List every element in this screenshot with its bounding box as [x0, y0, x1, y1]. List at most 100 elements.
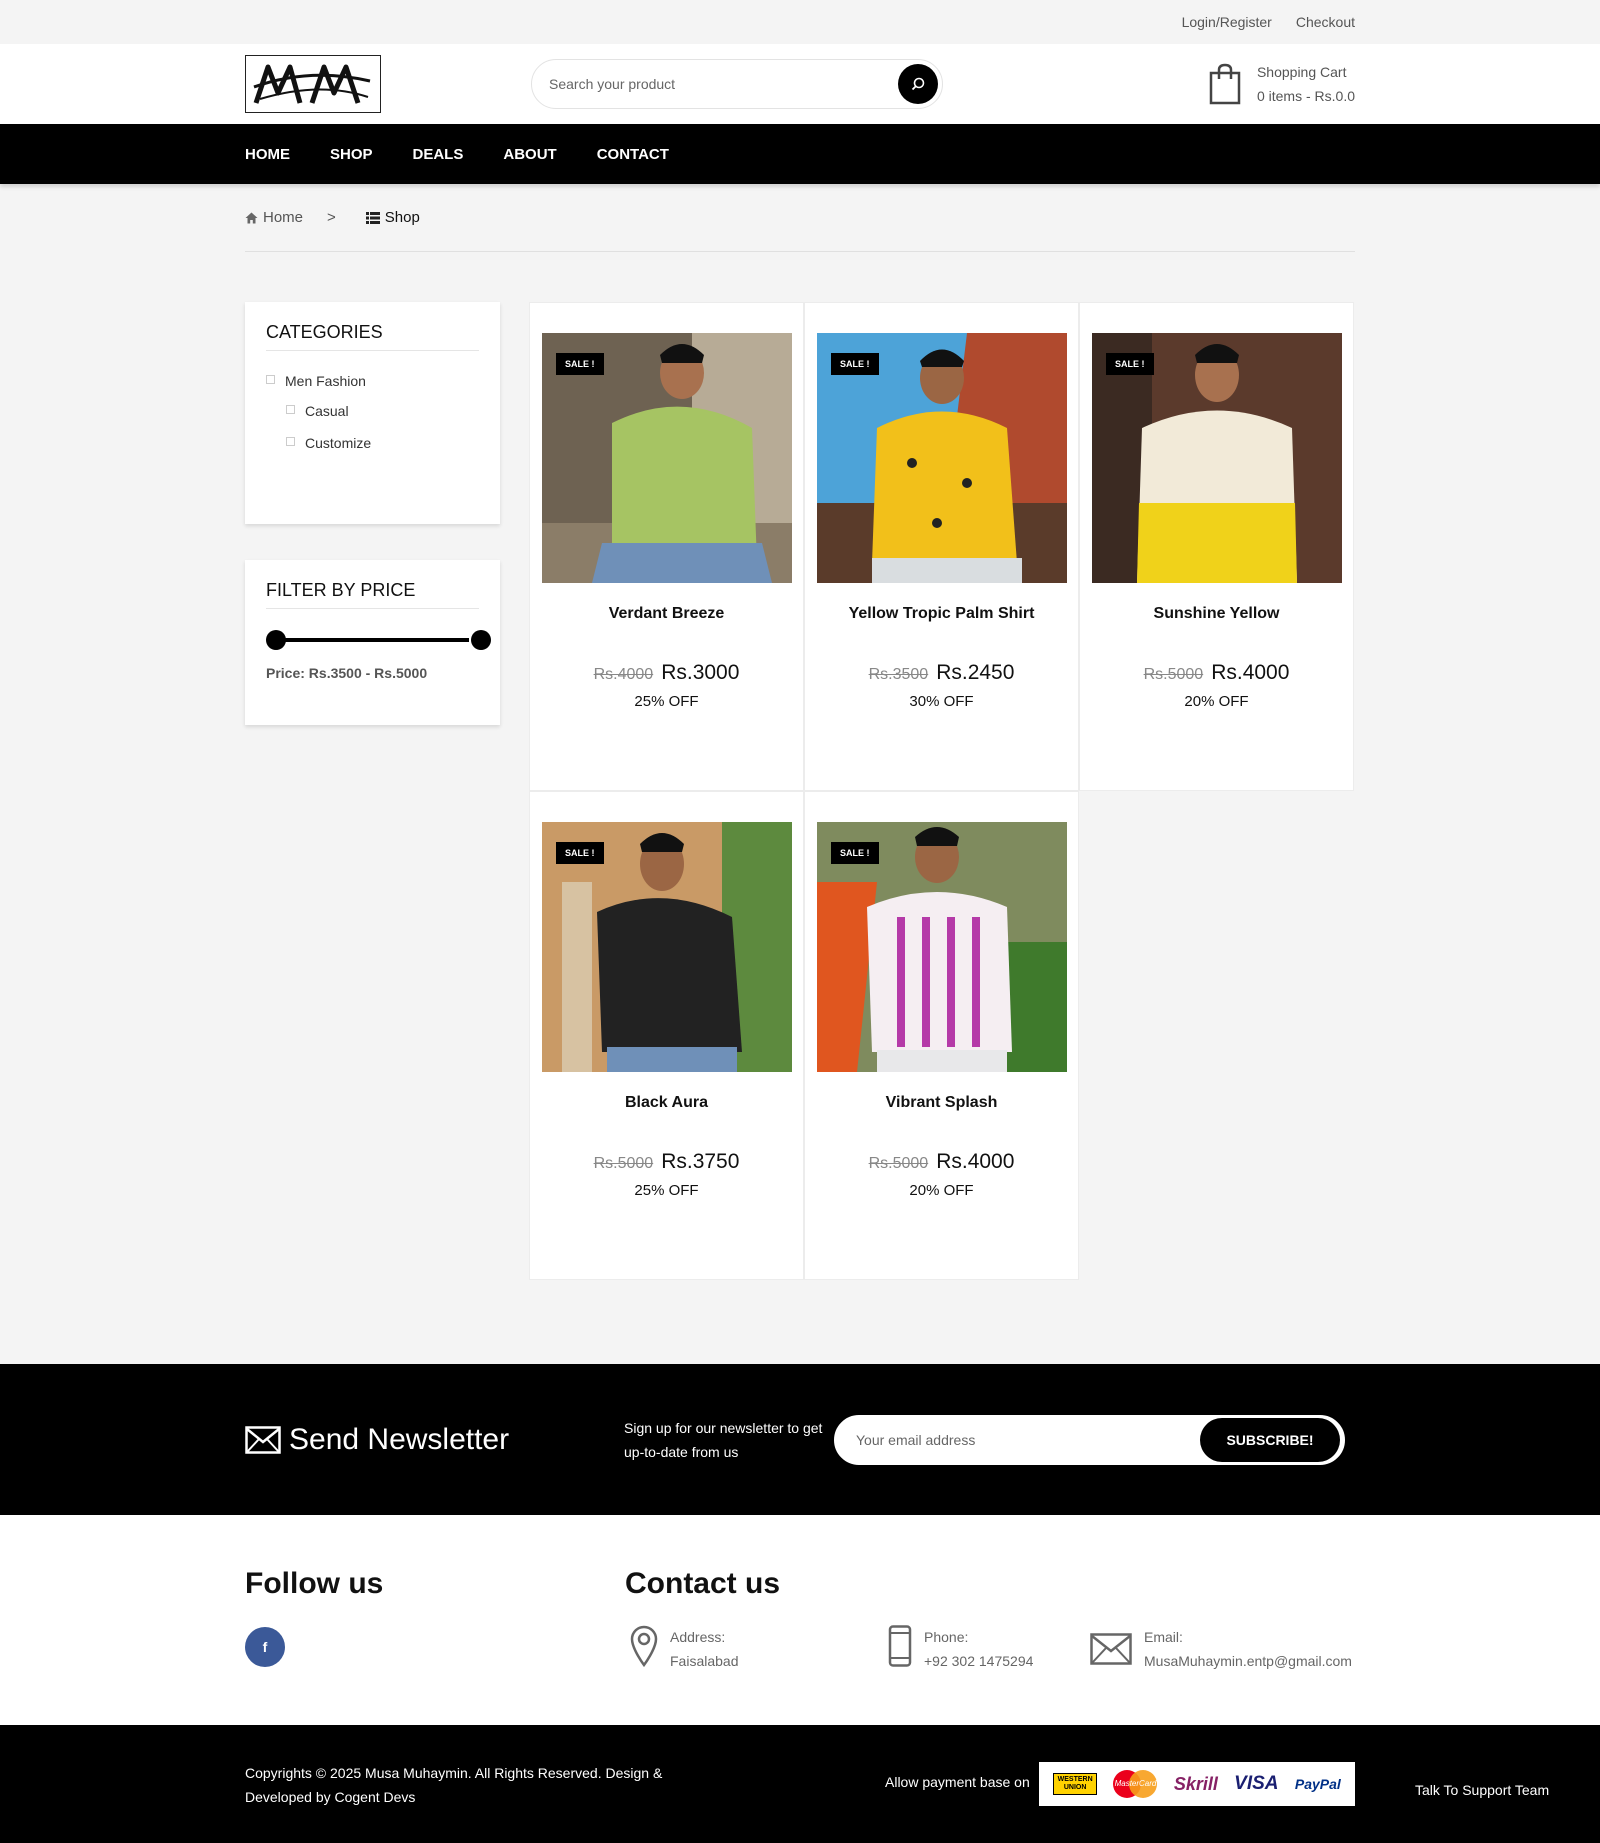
- category-men-fashion[interactable]: Men Fashion: [266, 373, 479, 389]
- category-checkbox[interactable]: [286, 436, 295, 446]
- price-filter-widget: FILTER BY PRICE Price: Rs.3500 - Rs.5000: [245, 560, 500, 725]
- price-slider-max-handle[interactable]: [471, 630, 491, 650]
- subscribe-button[interactable]: SUBSCRIBE!: [1200, 1417, 1340, 1462]
- category-label: Customize: [305, 435, 372, 451]
- product-discount: 20% OFF: [1184, 693, 1249, 710]
- envelope-icon: [245, 1425, 281, 1454]
- product-prices: Rs.5000 Rs.4000: [805, 1150, 1078, 1174]
- sale-badge: SALE !: [831, 353, 879, 375]
- product-price: Rs.2450: [936, 661, 1015, 684]
- product-image[interactable]: SALE !: [1092, 333, 1342, 583]
- newsletter-section: Send Newsletter Sign up for our newslett…: [0, 1364, 1600, 1515]
- product-old-price: Rs.5000: [1143, 666, 1204, 683]
- product-old-price: Rs.4000: [593, 666, 654, 683]
- product-prices: Rs.3500 Rs.2450: [805, 661, 1078, 685]
- product-discount: 30% OFF: [909, 693, 974, 710]
- product-price: Rs.4000: [936, 1150, 1015, 1173]
- product-old-price: Rs.3500: [868, 666, 929, 683]
- product-image[interactable]: SALE !: [817, 822, 1067, 1072]
- nav-deals[interactable]: DEALS: [413, 146, 464, 163]
- cart-title: Shopping Cart: [1256, 64, 1347, 80]
- nav-shop[interactable]: SHOP: [330, 146, 373, 163]
- phone-icon: [888, 1625, 912, 1667]
- login-register-link[interactable]: Login/Register: [1182, 14, 1272, 30]
- address-label: Address:: [670, 1629, 726, 1645]
- sale-badge: SALE !: [831, 842, 879, 864]
- product-name[interactable]: Yellow Tropic Palm Shirt: [805, 605, 1078, 623]
- product-image[interactable]: SALE !: [542, 333, 792, 583]
- price-slider-min-handle[interactable]: [266, 630, 286, 650]
- main-navigation: HOME SHOP DEALS ABOUT CONTACT: [0, 124, 1600, 184]
- contact-email: Email: MusaMuhaymin.entp@gmail.com: [1090, 1625, 1352, 1673]
- product-name[interactable]: Vibrant Splash: [805, 1094, 1078, 1112]
- product-price: Rs.3750: [661, 1150, 740, 1173]
- breadcrumb-home[interactable]: Home: [245, 209, 303, 226]
- shopping-bag-icon: [1209, 63, 1241, 105]
- breadcrumb-current: Shop: [365, 209, 420, 226]
- contact-address: Address: Faisalabad: [630, 1625, 739, 1673]
- checkout-link[interactable]: Checkout: [1296, 14, 1355, 30]
- category-customize[interactable]: Customize: [266, 435, 479, 451]
- product-prices: Rs.5000 Rs.3750: [530, 1150, 803, 1174]
- price-range-text: Price: Rs.3500 - Rs.5000: [266, 665, 428, 681]
- sale-badge: SALE !: [556, 842, 604, 864]
- site-logo[interactable]: [245, 55, 381, 113]
- category-list: Men Fashion Casual Customize: [266, 373, 479, 451]
- category-checkbox[interactable]: [266, 374, 275, 384]
- category-checkbox[interactable]: [286, 404, 295, 414]
- top-bar: Login/Register Checkout: [0, 0, 1600, 44]
- category-label: Men Fashion: [285, 373, 366, 389]
- contact-section: Follow us f Contact us Address: Faisalab…: [0, 1515, 1600, 1725]
- categories-title: CATEGORIES: [266, 322, 479, 351]
- product-card[interactable]: SALE ! Verdant Breeze Rs.4000 Rs.3000 25…: [529, 302, 804, 791]
- newsletter-email-input[interactable]: [856, 1431, 1200, 1448]
- newsletter-text: Sign up for our newsletter to get up-to-…: [624, 1419, 823, 1460]
- support-link[interactable]: Talk To Support Team: [1415, 1782, 1549, 1798]
- payment-methods: WESTERN UNION MasterCard Skrill VISA Pay…: [1039, 1762, 1355, 1806]
- category-label: Casual: [305, 403, 349, 419]
- product-name[interactable]: Sunshine Yellow: [1080, 605, 1353, 623]
- breadcrumb: Home > Shop: [245, 184, 1355, 252]
- product-image[interactable]: SALE !: [542, 822, 792, 1072]
- product-card[interactable]: SALE ! Black Aura Rs.5000 Rs.3750 25% OF…: [529, 791, 804, 1280]
- follow-us-title: Follow us: [245, 1567, 384, 1600]
- product-discount: 20% OFF: [909, 1182, 974, 1199]
- breadcrumb-separator: >: [327, 209, 336, 226]
- price-slider[interactable]: [266, 629, 491, 651]
- address-value: Faisalabad: [670, 1653, 739, 1669]
- copyright-text: Copyrights © 2025 Musa Muhaymin. All Rig…: [245, 1765, 663, 1805]
- product-card[interactable]: SALE ! Sunshine Yellow Rs.5000 Rs.4000 2…: [1079, 302, 1354, 791]
- phone-label: Phone:: [924, 1629, 969, 1645]
- product-discount: 25% OFF: [634, 693, 699, 710]
- sale-badge: SALE !: [556, 353, 604, 375]
- skrill-logo: Skrill: [1173, 1773, 1218, 1794]
- shopping-cart[interactable]: Shopping Cart 0 items - Rs.0.0: [1209, 60, 1355, 108]
- price-filter-title: FILTER BY PRICE: [266, 580, 479, 609]
- product-prices: Rs.5000 Rs.4000: [1080, 661, 1353, 685]
- nav-home[interactable]: HOME: [245, 146, 290, 163]
- email-value[interactable]: MusaMuhaymin.entp@gmail.com: [1144, 1649, 1352, 1673]
- phone-value[interactable]: +92 302 1475294: [924, 1649, 1033, 1673]
- contact-us-title: Contact us: [625, 1567, 781, 1600]
- paypal-logo: PayPal: [1294, 1776, 1341, 1792]
- product-card[interactable]: SALE ! Yellow Tropic Palm Shirt Rs.3500 …: [804, 302, 1079, 791]
- shop-main: CATEGORIES Men Fashion Casual Customize …: [245, 252, 1355, 1327]
- product-prices: Rs.4000 Rs.3000: [530, 661, 803, 685]
- search-icon: [911, 77, 925, 91]
- product-discount: 25% OFF: [634, 1182, 699, 1199]
- search-input[interactable]: [549, 76, 898, 92]
- nav-contact[interactable]: CONTACT: [597, 146, 669, 163]
- category-casual[interactable]: Casual: [266, 403, 479, 419]
- nav-about[interactable]: ABOUT: [503, 146, 556, 163]
- facebook-icon[interactable]: f: [245, 1627, 285, 1667]
- search-button[interactable]: [898, 64, 938, 104]
- product-name[interactable]: Black Aura: [530, 1094, 803, 1112]
- product-price: Rs.3000: [661, 661, 740, 684]
- product-card[interactable]: SALE ! Vibrant Splash Rs.5000 Rs.4000 20…: [804, 791, 1079, 1280]
- product-old-price: Rs.5000: [593, 1155, 654, 1172]
- breadcrumb-current-label: Shop: [384, 209, 420, 226]
- cart-summary: 0 items - Rs.0.0: [1256, 88, 1355, 104]
- site-footer: Copyrights © 2025 Musa Muhaymin. All Rig…: [0, 1725, 1600, 1843]
- product-image[interactable]: SALE !: [817, 333, 1067, 583]
- product-name[interactable]: Verdant Breeze: [530, 605, 803, 623]
